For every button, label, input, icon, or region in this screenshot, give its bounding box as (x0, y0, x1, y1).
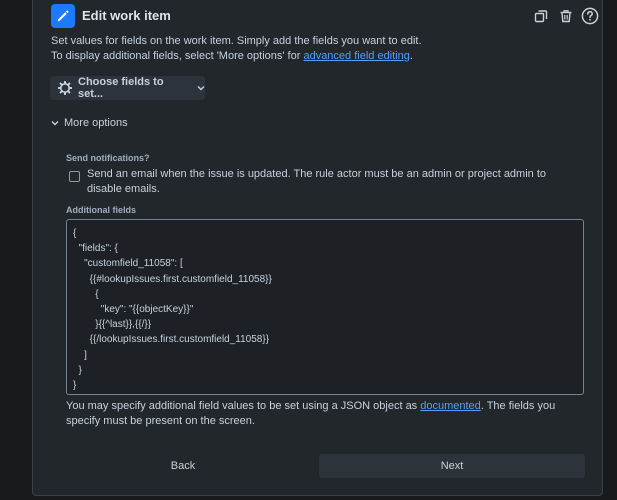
next-button[interactable]: Next (319, 454, 585, 478)
edit-work-item-panel: Edit work item Set values for fields on … (32, 0, 603, 496)
more-options-toggle[interactable]: More options (51, 117, 128, 129)
additional-fields-help: You may specify additional field values … (66, 399, 581, 429)
advanced-field-editing-link[interactable]: advanced field editing (303, 50, 409, 62)
help-icon[interactable] (580, 6, 600, 26)
documented-link[interactable]: documented (420, 400, 481, 412)
more-options-label: More options (64, 117, 128, 129)
panel-header: Edit work item (51, 2, 599, 30)
send-email-checkbox-label: Send an email when the issue is updated.… (87, 168, 547, 195)
additional-fields-json-editor[interactable]: { "fields": { "customfield_11058": [ {{#… (66, 219, 584, 395)
description: Set values for fields on the work item. … (51, 34, 591, 64)
back-button[interactable]: Back (53, 454, 313, 478)
description-line-1: Set values for fields on the work item. … (51, 35, 422, 47)
chevron-down-icon (197, 85, 205, 91)
description-line-2-text: To display additional fields, select 'Mo… (51, 50, 304, 62)
send-email-checkbox[interactable] (69, 171, 80, 182)
pencil-icon (51, 4, 75, 28)
chevron-down-icon (51, 120, 59, 126)
choose-fields-button[interactable]: Choose fields to set... (50, 76, 205, 100)
description-line-2: To display additional fields, select 'Mo… (51, 49, 591, 64)
help-text-start: You may specify additional field values … (66, 400, 421, 412)
choose-fields-label: Choose fields to set... (78, 76, 164, 100)
copy-icon[interactable] (531, 6, 551, 26)
panel-title: Edit work item (82, 8, 171, 23)
trash-icon[interactable] (556, 6, 576, 26)
send-notifications-label: Send notifications? (66, 153, 150, 163)
additional-fields-label: Additional fields (66, 205, 137, 215)
gear-icon (58, 81, 72, 95)
description-line-2-end: . (409, 50, 413, 62)
